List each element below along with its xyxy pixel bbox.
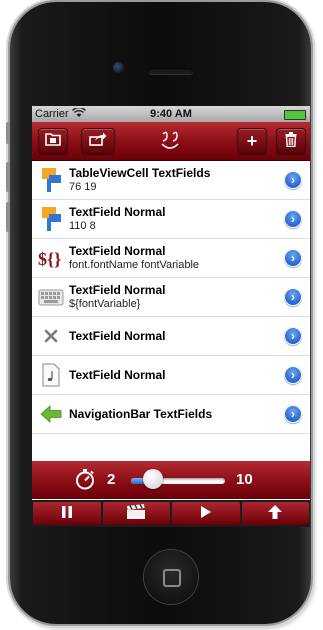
row-subtitle: 76 19 (69, 181, 97, 193)
front-camera (113, 62, 124, 73)
row-title: TextField Normal (69, 283, 166, 297)
row-subtitle: ${fontVariable} (69, 298, 141, 310)
chevron-right-icon: › (291, 173, 295, 187)
earpiece-speaker (149, 68, 193, 74)
flag-icon (37, 166, 65, 194)
share-button[interactable] (81, 128, 115, 154)
chevron-right-icon: › (291, 290, 295, 304)
list-item[interactable]: TextField Normal 110 8 › (32, 200, 310, 239)
chevron-right-icon: › (291, 407, 295, 421)
pause-button[interactable] (33, 502, 101, 525)
row-title: TextField Normal (69, 205, 166, 219)
slider-max-label: 10 (236, 471, 253, 488)
clapper-button[interactable] (102, 502, 170, 525)
slider-thumb[interactable] (143, 469, 164, 489)
battery-icon (284, 110, 306, 120)
add-button[interactable]: + (237, 128, 267, 154)
disclosure-button[interactable]: › (284, 327, 302, 345)
disclosure-button[interactable]: › (284, 288, 302, 306)
variable-icon: ${} (37, 244, 65, 272)
plus-icon: + (246, 130, 258, 151)
volume-down-button (6, 202, 10, 232)
disclosure-button[interactable]: › (284, 405, 302, 423)
mute-switch (6, 122, 10, 144)
status-bar: Carrier 9:40 AM (32, 106, 310, 122)
trash-icon (285, 131, 297, 151)
chevron-right-icon: › (291, 251, 295, 265)
disclosure-button[interactable]: › (284, 171, 302, 189)
interval-bar: 2 10 (32, 461, 310, 499)
share-icon (89, 132, 107, 150)
volume-up-button (6, 162, 10, 192)
row-title: TextField Normal (69, 244, 166, 258)
delete-button[interactable] (276, 128, 306, 154)
list-item[interactable]: TableViewCell TextFields 76 19 › (32, 161, 310, 200)
clapper-icon (126, 503, 146, 524)
navigation-bar: + (32, 122, 310, 161)
upload-arrow-icon (267, 504, 283, 524)
slider-min-label: 2 (107, 471, 116, 488)
chevron-right-icon: › (291, 368, 295, 382)
arrow-left-icon (37, 400, 65, 428)
home-square-icon (163, 569, 181, 587)
row-title: TableViewCell TextFields (69, 166, 211, 180)
disclosure-button[interactable]: › (284, 366, 302, 384)
bottom-toolbar (32, 500, 310, 527)
list-item[interactable]: TextField Normal › (32, 356, 310, 395)
home-button[interactable] (144, 550, 198, 604)
row-title: TextField Normal (69, 368, 166, 382)
folder-icon (45, 132, 61, 150)
open-folder-button[interactable] (38, 128, 68, 154)
file-list: TableViewCell TextFields 76 19 › TextFie… (32, 161, 310, 434)
stopwatch-icon (74, 468, 96, 490)
row-subtitle: 110 8 (69, 220, 96, 232)
chevron-right-icon: › (291, 212, 295, 226)
list-item[interactable]: TextField Normal › (32, 317, 310, 356)
pause-icon (61, 505, 73, 523)
chevron-right-icon: › (291, 329, 295, 343)
play-button[interactable] (172, 502, 240, 525)
note-icon (37, 361, 65, 389)
signature-icon (158, 130, 182, 152)
flag-icon (37, 205, 65, 233)
list-item[interactable]: ${} TextField Normal font.fontName fontV… (32, 239, 310, 278)
svg-text:${}: ${} (38, 249, 61, 269)
list-item[interactable]: NavigationBar TextFields › (32, 395, 310, 434)
upload-button[interactable] (241, 502, 309, 525)
play-icon (200, 505, 212, 523)
disclosure-button[interactable]: › (284, 210, 302, 228)
row-title: NavigationBar TextFields (69, 407, 213, 421)
row-title: TextField Normal (69, 329, 166, 343)
x-icon (37, 322, 65, 350)
list-item[interactable]: TextField Normal ${fontVariable} › (32, 278, 310, 317)
row-subtitle: font.fontName fontVariable (69, 259, 200, 271)
keyboard-icon (37, 283, 65, 311)
screen: Carrier 9:40 AM + TableViewCell TextFiel… (32, 106, 310, 527)
disclosure-button[interactable]: › (284, 249, 302, 267)
status-time: 9:40 AM (150, 108, 192, 120)
